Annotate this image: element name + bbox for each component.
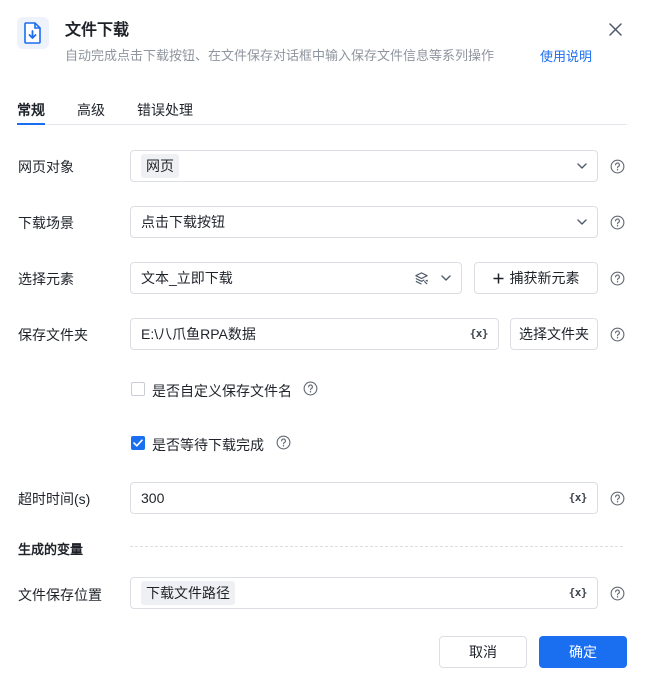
save-folder-value: E:\八爪鱼RPA数据 xyxy=(141,326,256,342)
variable-insert-icon[interactable]: {x} xyxy=(569,586,588,599)
choose-folder-button[interactable]: 选择文件夹 xyxy=(510,318,598,350)
timeout-input[interactable]: 300 {x} xyxy=(130,482,598,514)
download-scenario-label: 下载场景 xyxy=(18,215,74,231)
help-circle-icon[interactable] xyxy=(610,491,625,506)
help-circle-icon[interactable] xyxy=(303,381,318,396)
confirm-button[interactable]: 确定 xyxy=(539,636,627,668)
section-divider xyxy=(130,546,623,547)
webpage-object-tag: 网页 xyxy=(141,154,179,178)
custom-filename-label[interactable]: 是否自定义保存文件名 xyxy=(152,381,292,401)
tab-bar: 常规 高级 错误处理 xyxy=(17,96,627,125)
element-stack-icon[interactable] xyxy=(414,271,429,286)
webpage-object-label: 网页对象 xyxy=(18,159,74,175)
wait-download-checkbox[interactable] xyxy=(131,436,145,450)
wait-download-label[interactable]: 是否等待下载完成 xyxy=(152,435,264,455)
help-link[interactable]: 使用说明 xyxy=(540,46,592,65)
variable-insert-icon[interactable]: {x} xyxy=(569,491,588,504)
capture-new-element-button[interactable]: 捕获新元素 xyxy=(474,262,598,294)
tab-error-handling[interactable]: 错误处理 xyxy=(137,100,193,120)
generated-variables-title: 生成的变量 xyxy=(18,542,84,557)
dialog-subtitle: 自动完成点击下载按钮、在文件保存对话框中输入保存文件信息等系列操作 xyxy=(65,48,495,63)
save-folder-label: 保存文件夹 xyxy=(18,327,88,343)
download-scenario-value: 点击下载按钮 xyxy=(141,214,225,230)
select-element-value: 文本_立即下载 xyxy=(141,270,233,286)
help-circle-icon[interactable] xyxy=(610,271,625,286)
active-tab-indicator xyxy=(17,123,45,125)
download-scenario-select[interactable]: 点击下载按钮 xyxy=(130,206,598,238)
help-circle-icon[interactable] xyxy=(610,215,625,230)
help-circle-icon[interactable] xyxy=(610,159,625,174)
webpage-object-select[interactable]: 网页 xyxy=(130,150,598,182)
help-circle-icon[interactable] xyxy=(276,435,291,450)
choose-folder-label: 选择文件夹 xyxy=(519,326,589,342)
close-button[interactable] xyxy=(604,18,626,40)
chevron-down-icon xyxy=(577,163,587,169)
dialog-title: 文件下载 xyxy=(65,22,130,39)
timeout-label: 超时时间(s) xyxy=(18,491,91,507)
file-save-location-input[interactable]: 下载文件路径 {x} xyxy=(130,577,598,609)
custom-filename-checkbox[interactable] xyxy=(131,382,145,396)
plus-icon xyxy=(493,273,503,283)
timeout-value: 300 xyxy=(141,490,165,506)
tab-advanced[interactable]: 高级 xyxy=(77,100,105,120)
save-folder-input[interactable]: E:\八爪鱼RPA数据 {x} xyxy=(130,318,499,350)
chevron-down-icon xyxy=(441,275,451,281)
checkmark-icon xyxy=(133,439,143,447)
download-file-icon xyxy=(17,17,49,49)
file-save-location-label: 文件保存位置 xyxy=(18,587,102,603)
select-element-select[interactable]: 文本_立即下载 xyxy=(130,262,462,294)
cancel-button[interactable]: 取消 xyxy=(439,636,527,668)
close-icon xyxy=(608,22,622,36)
help-circle-icon[interactable] xyxy=(610,586,625,601)
select-element-label: 选择元素 xyxy=(18,271,74,287)
file-save-location-tag: 下载文件路径 xyxy=(141,581,235,605)
tab-general[interactable]: 常规 xyxy=(17,100,45,120)
help-circle-icon[interactable] xyxy=(610,327,625,342)
variable-insert-icon[interactable]: {x} xyxy=(470,327,489,340)
chevron-down-icon xyxy=(577,219,587,225)
capture-new-element-label: 捕获新元素 xyxy=(509,270,580,286)
